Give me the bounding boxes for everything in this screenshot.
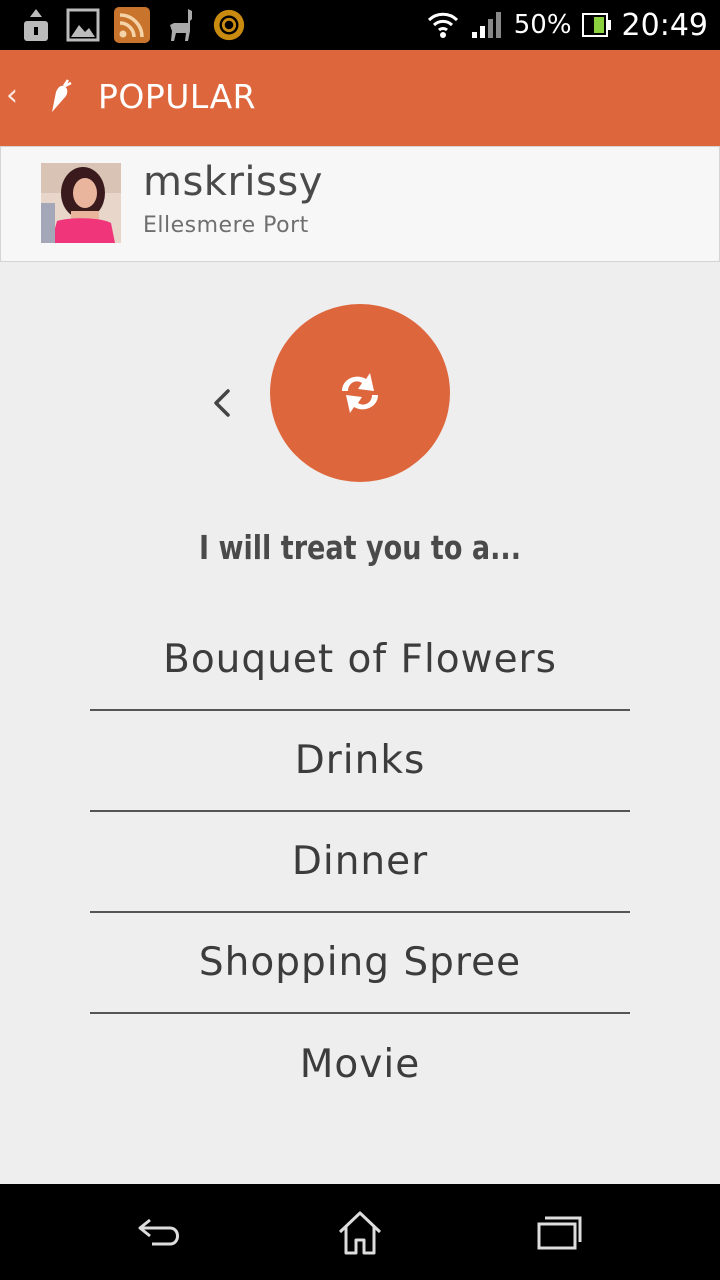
option-shopping-spree[interactable]: Shopping Spree	[90, 913, 630, 1014]
option-movie[interactable]: Movie	[90, 1014, 630, 1115]
home-icon[interactable]	[336, 1210, 384, 1256]
profile-username: mskrissy	[143, 159, 323, 205]
option-drinks[interactable]: Drinks	[90, 711, 630, 812]
battery-percent: 50%	[513, 10, 572, 40]
profile-card[interactable]: mskrissy Ellesmere Port	[0, 146, 720, 262]
treat-prompt: I will treat you to a...	[199, 528, 521, 567]
carrot-icon[interactable]	[44, 78, 72, 114]
option-bouquet-of-flowers[interactable]: Bouquet of Flowers	[90, 610, 630, 711]
upload-icon	[24, 9, 48, 41]
refresh-icon	[342, 373, 378, 413]
refresh-button[interactable]	[270, 304, 450, 482]
wifi-icon	[427, 12, 458, 38]
avatar[interactable]	[41, 163, 121, 243]
rss-icon	[114, 7, 150, 43]
navigation-bar	[0, 1184, 720, 1280]
back-icon[interactable]	[136, 1210, 186, 1254]
option-dinner[interactable]: Dinner	[90, 812, 630, 913]
chevron-left-icon[interactable]: ‹	[6, 78, 18, 113]
previous-icon[interactable]	[210, 385, 234, 421]
target-icon	[213, 9, 245, 41]
page-title: POPULAR	[98, 77, 257, 116]
battery-icon	[581, 13, 611, 37]
treat-options-list: Bouquet of Flowers Drinks Dinner Shoppin…	[90, 610, 630, 1115]
status-bar: 50% 20:49	[0, 0, 720, 50]
recent-apps-icon[interactable]	[536, 1210, 584, 1254]
profile-location: Ellesmere Port	[143, 213, 309, 238]
clock: 20:49	[621, 7, 708, 43]
action-bar: ‹ POPULAR	[0, 50, 720, 146]
image-icon	[66, 8, 100, 42]
signal-icon	[471, 12, 501, 38]
llama-icon	[170, 9, 192, 41]
